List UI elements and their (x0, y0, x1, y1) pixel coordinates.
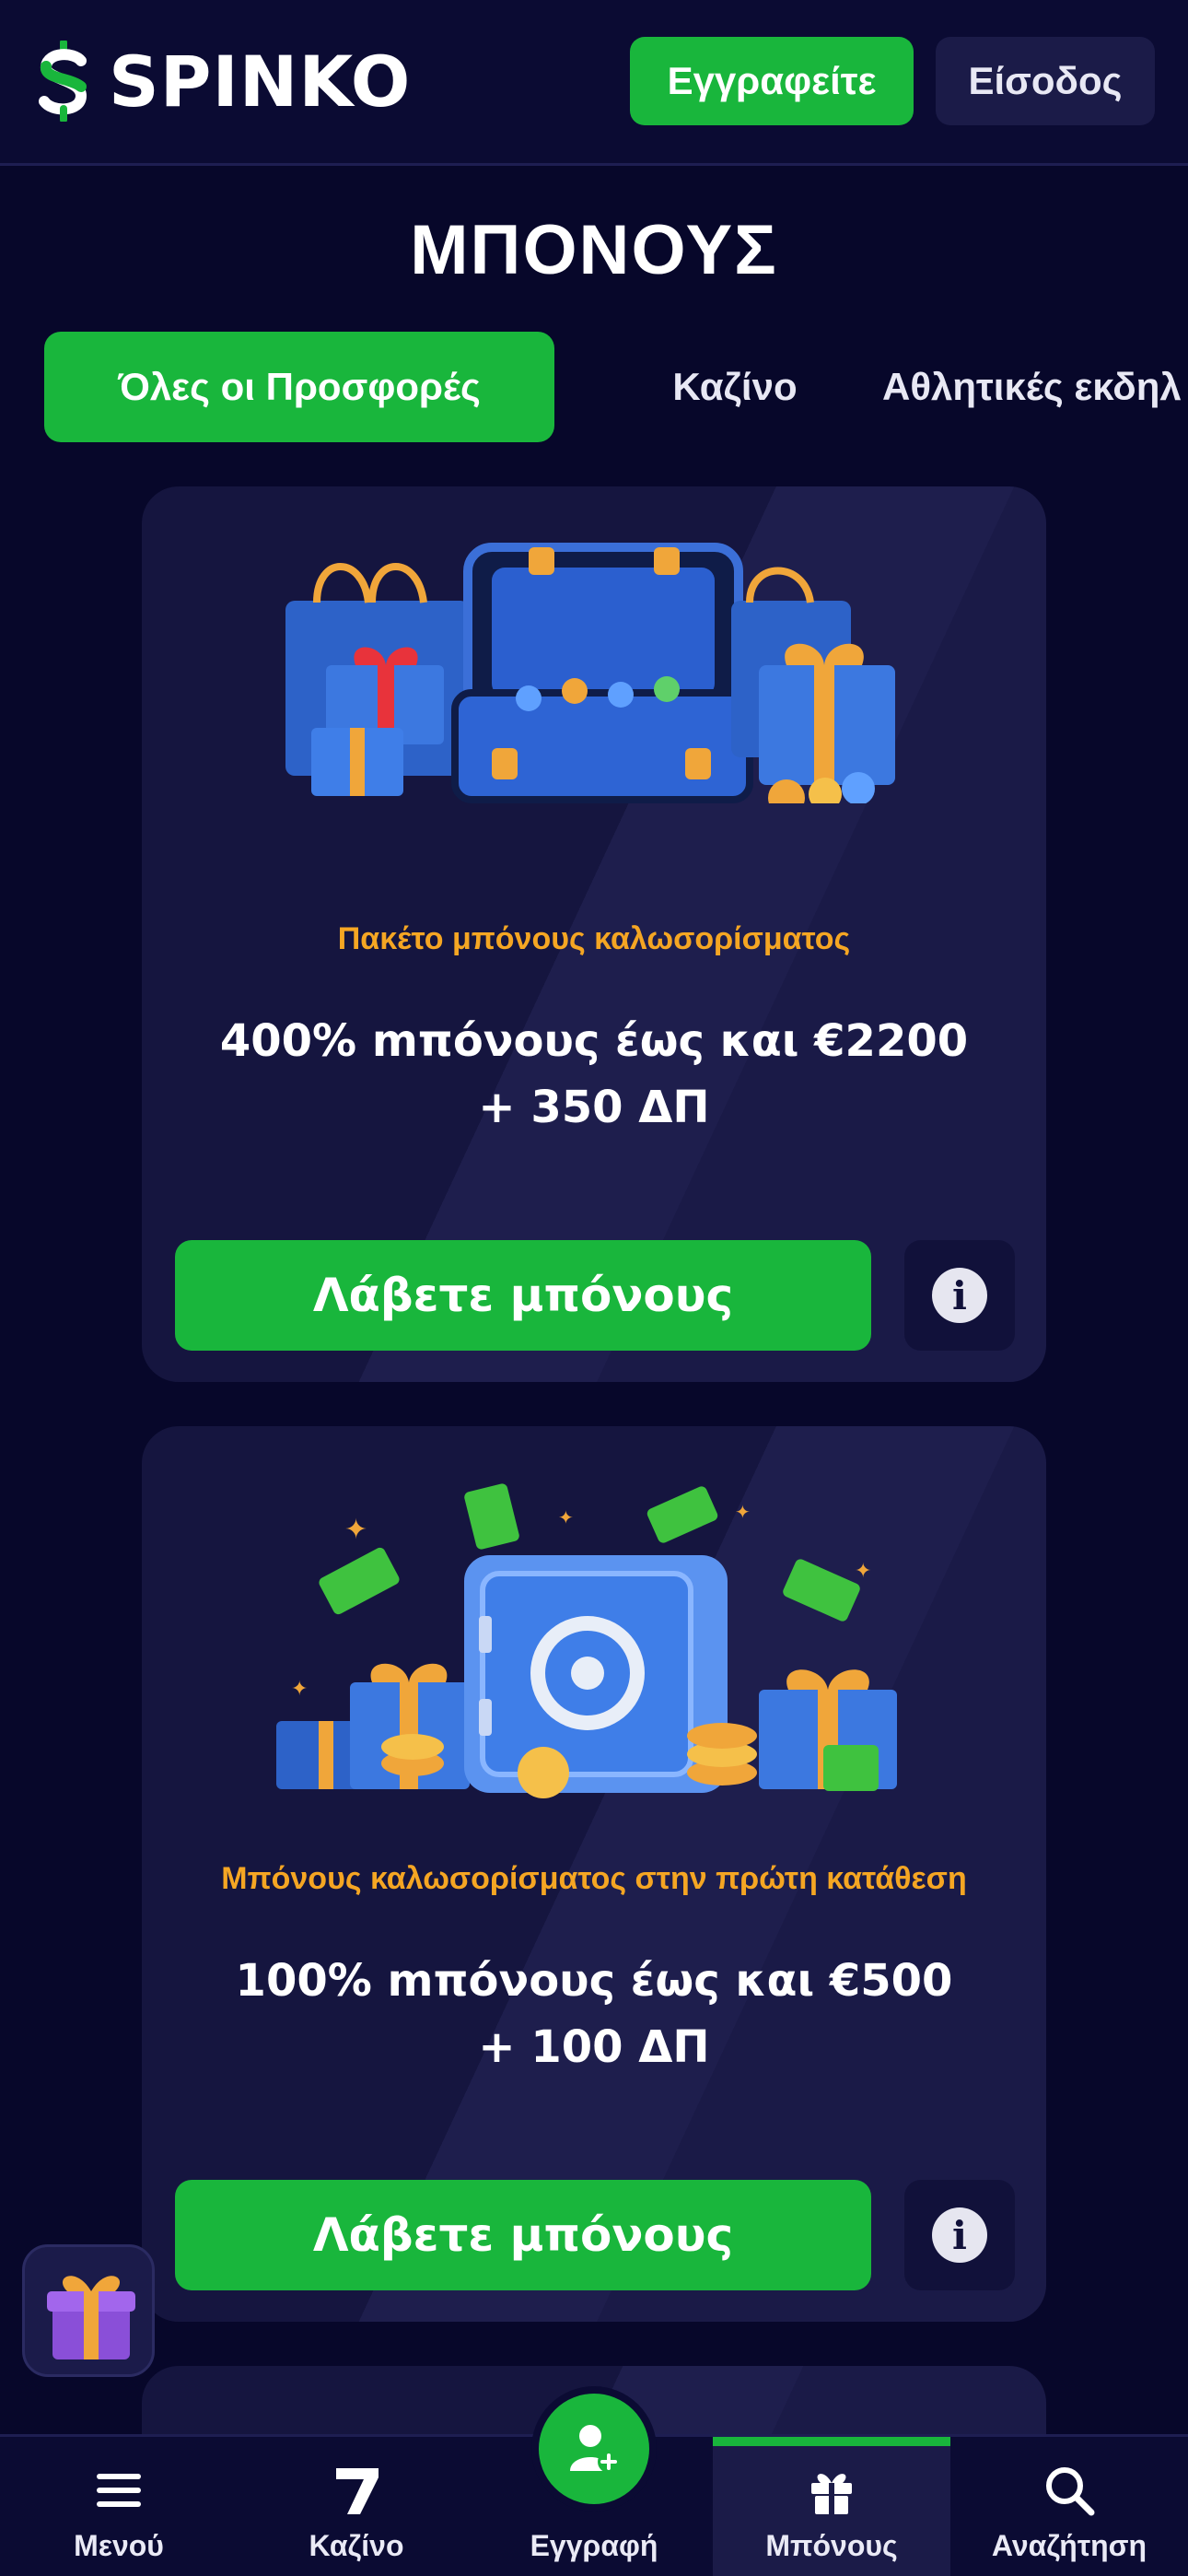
page-title: ΜΠΟΝΟΥΣ (410, 211, 778, 289)
register-fab[interactable] (531, 2386, 657, 2512)
info-icon: i (932, 1268, 987, 1323)
svg-text:✦: ✦ (291, 1678, 308, 1701)
bonus-card: ✦ ✦ ✦ ✦ ✦ Μπόνους καλωσορίσματος στην πρ… (142, 1426, 1046, 2322)
nav-casino-label: Καζίνο (309, 2529, 404, 2562)
get-bonus-button[interactable]: Λάβετε μπόνους (175, 2180, 871, 2290)
svg-text:✦: ✦ (855, 1560, 871, 1583)
svg-text:✦: ✦ (558, 1506, 574, 1528)
bonus-card-subtitle: Μπόνους καλωσορίσματος στην πρώτη κατάθε… (221, 1861, 967, 1896)
brand-name: SPINKO (109, 40, 412, 123)
bonus-card-offer-amount: 400% mπόνους έως και €2200 (219, 1015, 969, 1067)
bonus-info-button[interactable]: i (904, 2180, 1015, 2290)
add-user-icon (570, 2425, 620, 2473)
bonus-card: Πακέτο μπόνους καλωσορίσματος 400% mπόνο… (142, 486, 1046, 1382)
welcome-bundle-illustration (285, 543, 895, 803)
svg-text:✦: ✦ (735, 1501, 751, 1523)
bonus-info-button[interactable]: i (904, 1240, 1015, 1351)
brand-logo[interactable]: SPINKO (33, 40, 412, 123)
bonus-card-offer: 100% mπόνους έως και €500 + 100 ΔΠ (142, 1948, 1046, 2080)
gift-box-icon (47, 2276, 135, 2359)
nav-search-label: Αναζήτηση (991, 2529, 1147, 2562)
search-icon (1046, 2467, 1095, 2516)
get-bonus-button[interactable]: Λάβετε μπόνους (175, 1240, 871, 1351)
floating-gift-button[interactable] (22, 2244, 155, 2377)
register-button[interactable]: Εγγραφείτε (630, 37, 914, 125)
info-icon: i (932, 2207, 987, 2263)
bonus-card-offer-amount: 100% mπόνους έως και €500 (235, 1955, 953, 2007)
category-tabs: Όλες οι Προσφορές Καζίνο Αθλητικές εκδηλ (44, 332, 1188, 442)
bonus-card-offer: 400% mπόνους έως και €2200 + 350 ΔΠ (142, 1008, 1046, 1141)
bonus-card-offer-spins: + 350 ΔΠ (478, 1082, 710, 1133)
bonus-card-offer-spins: + 100 ΔΠ (478, 2021, 710, 2073)
safe-with-cash-illustration: ✦ ✦ ✦ ✦ ✦ (276, 1483, 897, 1798)
nav-menu[interactable]: Μενού (0, 2437, 238, 2576)
nav-menu-label: Μενού (74, 2529, 164, 2562)
bonus-card-subtitle: Πακέτο μπόνους καλωσορίσματος (337, 921, 851, 956)
dollar-s-logo-icon (39, 41, 87, 122)
menu-icon (97, 2474, 141, 2507)
svg-text:✦: ✦ (344, 1514, 367, 1546)
tab-all-offers[interactable]: Όλες οι Προσφορές (44, 332, 554, 442)
nav-casino[interactable]: Καζίνο (238, 2437, 475, 2576)
nav-bonus[interactable]: Μπόνους (713, 2437, 950, 2576)
seven-icon (336, 2468, 379, 2514)
top-header: SPINKO Εγγραφείτε Είσοδος (0, 0, 1188, 166)
tab-casino[interactable]: Καζίνο (597, 332, 873, 442)
nav-register-label: Εγγραφή (530, 2529, 658, 2562)
login-button[interactable]: Είσοδος (936, 37, 1155, 125)
tab-sports[interactable]: Αθλητικές εκδηλ (882, 332, 1188, 442)
nav-search[interactable]: Αναζήτηση (950, 2437, 1188, 2576)
nav-bonus-label: Μπόνους (765, 2529, 898, 2562)
gift-icon (811, 2474, 852, 2514)
